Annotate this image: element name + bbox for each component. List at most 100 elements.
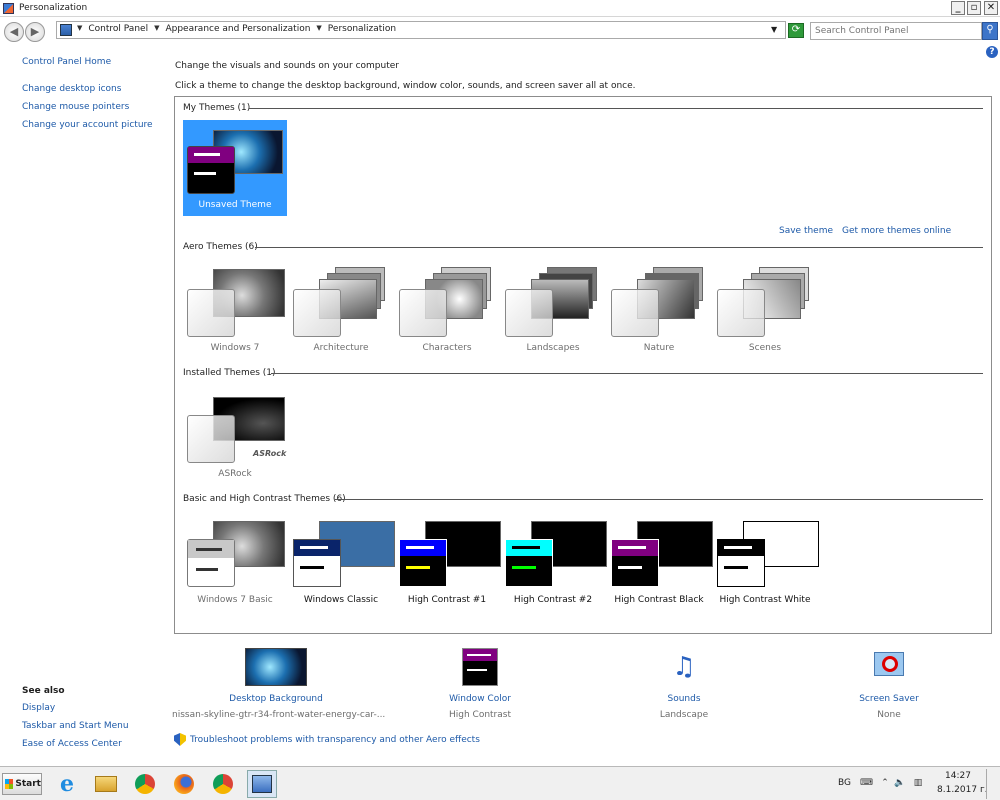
desktop-background-setting[interactable]: Desktop Background nissan-skyline-gtr-r3… [172,648,385,720]
refresh-button[interactable]: ⟳ [788,23,804,38]
clock-time[interactable]: 14:27 [945,771,971,781]
change-desktop-icons-link[interactable]: Change desktop icons [22,84,121,94]
theme-label: Windows 7 Basic [197,595,273,605]
ease-of-access-link[interactable]: Ease of Access Center [22,739,122,749]
language-indicator[interactable]: BG [838,778,851,788]
breadcrumb-control-panel[interactable]: Control Panel [88,24,148,34]
breadcrumb-arrow-icon[interactable]: ▼ [77,24,82,34]
search-box[interactable] [810,22,982,40]
theme-asrock[interactable]: ASRock ASRock [183,389,287,485]
file-explorer-icon[interactable] [91,770,121,798]
address-dropdown-icon[interactable]: ▼ [771,25,777,34]
window-preview [717,289,765,337]
screen-saver-setting[interactable]: Screen Saver None [829,648,949,720]
search-input[interactable] [811,23,976,39]
taskbar-start-menu-link[interactable]: Taskbar and Start Menu [22,721,129,731]
save-theme-link[interactable]: Save theme [779,226,833,236]
theme-label: Characters [422,343,472,353]
theme-thumbnail [187,124,283,196]
get-more-themes-link[interactable]: Get more themes online [842,226,951,236]
start-label: Start [15,779,41,789]
sounds-setting[interactable]: ♫ Sounds Landscape [624,648,744,720]
theme-windows-classic[interactable]: Windows Classic [289,515,395,611]
setting-label[interactable]: Window Color [420,694,540,704]
volume-icon[interactable]: 🔈 [894,778,906,789]
theme-high-contrast-white[interactable]: High Contrast White [713,515,819,611]
theme-landscapes[interactable]: Landscapes [501,263,605,359]
setting-label[interactable]: Desktop Background [172,694,380,704]
theme-scenes[interactable]: Scenes [713,263,817,359]
theme-label: Nature [643,343,675,353]
firefox-icon[interactable] [169,770,199,798]
show-desktop-button[interactable] [986,769,998,799]
theme-label: ASRock [218,469,252,479]
theme-label: High Contrast #1 [407,595,487,605]
window-preview [505,289,553,337]
theme-architecture[interactable]: Architecture [289,263,393,359]
group-title: Basic and High Contrast Themes (6) [183,494,346,504]
windows-logo-icon [5,779,14,789]
internet-explorer-icon[interactable]: e [52,770,82,798]
window-preview [399,539,447,587]
page-heading: Change the visuals and sounds on your co… [175,61,399,71]
screen-saver-icon [870,648,908,686]
window-preview [187,539,235,587]
control-panel-taskbar-icon[interactable] [247,770,277,798]
theme-characters[interactable]: Characters [395,263,499,359]
breadcrumb-arrow-icon[interactable]: ▼ [154,24,159,34]
window-preview [293,289,341,337]
keyboard-icon[interactable]: ⌨ [860,778,873,789]
page-subheading: Click a theme to change the desktop back… [175,81,636,91]
window-color-setting[interactable]: Window Color High Contrast [420,648,540,720]
theme-windows-7-basic[interactable]: Windows 7 Basic [183,515,287,611]
personalization-icon [3,3,14,14]
my-themes-header: My Themes (1) [183,103,250,113]
troubleshoot-label[interactable]: Troubleshoot problems with transparency … [190,735,480,745]
theme-nature[interactable]: Nature [607,263,711,359]
control-panel-home-link[interactable]: Control Panel Home [22,57,111,67]
troubleshoot-link[interactable]: Troubleshoot problems with transparency … [174,733,480,746]
maximize-button[interactable]: ▫ [967,1,981,15]
address-field[interactable]: ▼ Control Panel ▼ Appearance and Persona… [56,21,786,39]
window-preview [399,289,447,337]
clock-date[interactable]: 8.1.2017 г. [937,785,988,795]
theme-windows-7[interactable]: Windows 7 [183,263,287,359]
setting-label[interactable]: Screen Saver [829,694,949,704]
chrome-icon[interactable] [208,770,238,798]
window-preview [611,539,659,587]
theme-label: High Contrast #2 [513,595,593,605]
theme-high-contrast-black[interactable]: High Contrast Black [607,515,713,611]
breadcrumb-personalization[interactable]: Personalization [328,24,396,34]
group-title: Installed Themes (1) [183,368,276,378]
help-icon[interactable]: ? [986,46,998,58]
show-hidden-icons-icon[interactable]: ⌃ [879,778,891,789]
setting-label[interactable]: Sounds [624,694,744,704]
change-account-picture-link[interactable]: Change your account picture [22,120,153,130]
sidebar: Control Panel Home Change desktop icons … [0,44,170,766]
address-bar: ◀ ▶ ▼ Control Panel ▼ Appearance and Per… [0,17,1000,44]
theme-gallery: My Themes (1) Unsaved Theme Save theme G… [174,96,992,634]
title-bar: Personalization _ ▫ ✕ [0,0,1000,17]
theme-label: Unsaved Theme [198,200,272,210]
taskbar: Start e BG ⌨ ⌃ 🔈 ▥ 14:27 8.1.2017 г. [0,766,1000,800]
breadcrumb-arrow-icon[interactable]: ▼ [316,24,321,34]
display-link[interactable]: Display [22,703,55,713]
minimize-button[interactable]: _ [951,1,965,15]
search-icon[interactable]: ⚲ [982,22,998,40]
installed-themes-header: Installed Themes (1) [183,368,276,378]
divider [249,108,983,109]
theme-thumbnail [187,267,285,339]
back-button[interactable]: ◀ [4,22,24,42]
theme-thumbnail [611,519,713,591]
breadcrumb-appearance[interactable]: Appearance and Personalization [165,24,310,34]
network-icon[interactable]: ▥ [912,778,924,789]
chrome-icon[interactable] [130,770,160,798]
theme-unsaved[interactable]: Unsaved Theme [183,120,287,216]
start-button[interactable]: Start [2,773,42,795]
close-button[interactable]: ✕ [984,1,998,15]
forward-button[interactable]: ▶ [25,22,45,42]
change-mouse-pointers-link[interactable]: Change mouse pointers [22,102,129,112]
theme-high-contrast-1[interactable]: High Contrast #1 [395,515,501,611]
theme-high-contrast-2[interactable]: High Contrast #2 [501,515,607,611]
see-also-title: See also [22,686,65,696]
